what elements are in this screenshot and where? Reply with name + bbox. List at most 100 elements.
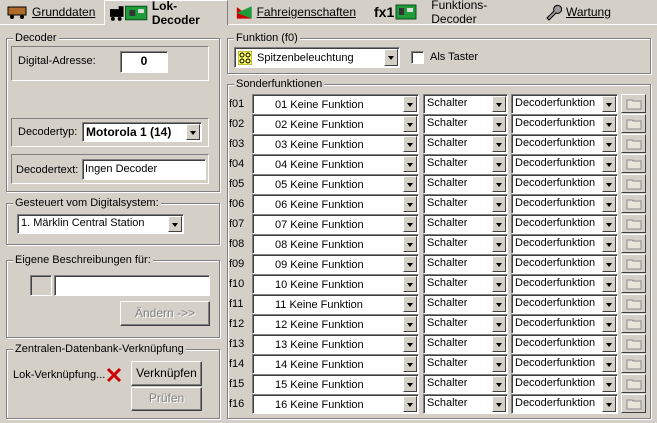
- chevron-down-icon[interactable]: [492, 216, 506, 232]
- function-kind-select[interactable]: Decoderfunktion: [511, 214, 618, 234]
- chevron-down-icon[interactable]: [186, 124, 200, 140]
- function-name-select[interactable]: 07 Keine Funktion: [252, 214, 419, 234]
- function-kind-select[interactable]: Decoderfunktion: [511, 94, 618, 114]
- chevron-down-icon[interactable]: [403, 316, 417, 332]
- address-field[interactable]: 0: [120, 51, 168, 73]
- function-folder-button[interactable]: [621, 314, 646, 333]
- decoder-text-field[interactable]: Ingen Decoder: [82, 159, 206, 180]
- chevron-down-icon[interactable]: [602, 216, 616, 232]
- function-folder-button[interactable]: [621, 294, 646, 313]
- description-key-field[interactable]: [30, 275, 52, 296]
- chevron-down-icon[interactable]: [602, 96, 616, 112]
- function-kind-select[interactable]: Decoderfunktion: [511, 334, 618, 354]
- chevron-down-icon[interactable]: [403, 116, 417, 132]
- chevron-down-icon[interactable]: [492, 96, 506, 112]
- function-name-select[interactable]: 13 Keine Funktion: [252, 334, 419, 354]
- function-kind-select[interactable]: Decoderfunktion: [511, 354, 618, 374]
- function-mode-select[interactable]: Schalter: [423, 114, 508, 134]
- chevron-down-icon[interactable]: [403, 356, 417, 372]
- chevron-down-icon[interactable]: [403, 276, 417, 292]
- function-kind-select[interactable]: Decoderfunktion: [511, 194, 618, 214]
- function-folder-button[interactable]: [621, 214, 646, 233]
- function-folder-button[interactable]: [621, 274, 646, 293]
- function-name-select[interactable]: 03 Keine Funktion: [252, 134, 419, 154]
- function-mode-select[interactable]: Schalter: [423, 94, 508, 114]
- function-kind-select[interactable]: Decoderfunktion: [511, 154, 618, 174]
- link-button[interactable]: Verknüpfen: [131, 361, 202, 386]
- function-name-select[interactable]: 10 Keine Funktion: [252, 274, 419, 294]
- function-mode-select[interactable]: Schalter: [423, 174, 508, 194]
- chevron-down-icon[interactable]: [403, 196, 417, 212]
- function-folder-button[interactable]: [621, 334, 646, 353]
- chevron-down-icon[interactable]: [492, 336, 506, 352]
- chevron-down-icon[interactable]: [403, 396, 417, 412]
- function-folder-button[interactable]: [621, 174, 646, 193]
- chevron-down-icon[interactable]: [403, 96, 417, 112]
- chevron-down-icon[interactable]: [403, 136, 417, 152]
- function-name-select[interactable]: 16 Keine Funktion: [252, 394, 419, 414]
- function-name-select[interactable]: 02 Keine Funktion: [252, 114, 419, 134]
- function-mode-select[interactable]: Schalter: [423, 354, 508, 374]
- decoder-type-select[interactable]: Motorola 1 (14): [82, 122, 202, 142]
- function-name-select[interactable]: 08 Keine Funktion: [252, 234, 419, 254]
- chevron-down-icon[interactable]: [384, 49, 398, 66]
- function-mode-select[interactable]: Schalter: [423, 334, 508, 354]
- function-folder-button[interactable]: [621, 114, 646, 133]
- function-folder-button[interactable]: [621, 354, 646, 373]
- chevron-down-icon[interactable]: [492, 256, 506, 272]
- chevron-down-icon[interactable]: [492, 176, 506, 192]
- function-folder-button[interactable]: [621, 234, 646, 253]
- digital-system-select[interactable]: 1. Märklin Central Station: [17, 214, 184, 234]
- chevron-down-icon[interactable]: [403, 176, 417, 192]
- function-kind-select[interactable]: Decoderfunktion: [511, 394, 618, 414]
- function-kind-select[interactable]: Decoderfunktion: [511, 314, 618, 334]
- chevron-down-icon[interactable]: [492, 376, 506, 392]
- function-mode-select[interactable]: Schalter: [423, 134, 508, 154]
- chevron-down-icon[interactable]: [602, 376, 616, 392]
- as-button-checkbox[interactable]: [411, 51, 424, 64]
- function-name-select[interactable]: 05 Keine Funktion: [252, 174, 419, 194]
- chevron-down-icon[interactable]: [492, 196, 506, 212]
- tab-wartung[interactable]: Wartung: [540, 1, 618, 23]
- function-mode-select[interactable]: Schalter: [423, 374, 508, 394]
- chevron-down-icon[interactable]: [492, 136, 506, 152]
- chevron-down-icon[interactable]: [492, 236, 506, 252]
- function-name-select[interactable]: 15 Keine Funktion: [252, 374, 419, 394]
- chevron-down-icon[interactable]: [602, 236, 616, 252]
- chevron-down-icon[interactable]: [168, 216, 182, 232]
- function-mode-select[interactable]: Schalter: [423, 254, 508, 274]
- function-name-select[interactable]: 11 Keine Funktion: [252, 294, 419, 314]
- function-f0-select[interactable]: Spitzenbeleuchtung: [234, 47, 400, 68]
- function-folder-button[interactable]: [621, 154, 646, 173]
- function-name-select[interactable]: 12 Keine Funktion: [252, 314, 419, 334]
- function-kind-select[interactable]: Decoderfunktion: [511, 374, 618, 394]
- chevron-down-icon[interactable]: [602, 396, 616, 412]
- function-name-select[interactable]: 06 Keine Funktion: [252, 194, 419, 214]
- function-kind-select[interactable]: Decoderfunktion: [511, 114, 618, 134]
- chevron-down-icon[interactable]: [492, 156, 506, 172]
- chevron-down-icon[interactable]: [403, 216, 417, 232]
- function-mode-select[interactable]: Schalter: [423, 154, 508, 174]
- chevron-down-icon[interactable]: [492, 276, 506, 292]
- tab-grunddaten[interactable]: Grunddaten: [2, 1, 104, 23]
- function-kind-select[interactable]: Decoderfunktion: [511, 174, 618, 194]
- function-folder-button[interactable]: [621, 94, 646, 113]
- function-kind-select[interactable]: Decoderfunktion: [511, 294, 618, 314]
- chevron-down-icon[interactable]: [492, 296, 506, 312]
- chevron-down-icon[interactable]: [602, 176, 616, 192]
- function-folder-button[interactable]: [621, 134, 646, 153]
- function-kind-select[interactable]: Decoderfunktion: [511, 134, 618, 154]
- chevron-down-icon[interactable]: [602, 156, 616, 172]
- chevron-down-icon[interactable]: [403, 236, 417, 252]
- function-folder-button[interactable]: [621, 254, 646, 273]
- chevron-down-icon[interactable]: [403, 256, 417, 272]
- chevron-down-icon[interactable]: [403, 376, 417, 392]
- chevron-down-icon[interactable]: [602, 116, 616, 132]
- chevron-down-icon[interactable]: [602, 316, 616, 332]
- chevron-down-icon[interactable]: [602, 256, 616, 272]
- function-folder-button[interactable]: [621, 394, 646, 413]
- chevron-down-icon[interactable]: [602, 136, 616, 152]
- function-mode-select[interactable]: Schalter: [423, 214, 508, 234]
- function-name-select[interactable]: 09 Keine Funktion: [252, 254, 419, 274]
- chevron-down-icon[interactable]: [492, 396, 506, 412]
